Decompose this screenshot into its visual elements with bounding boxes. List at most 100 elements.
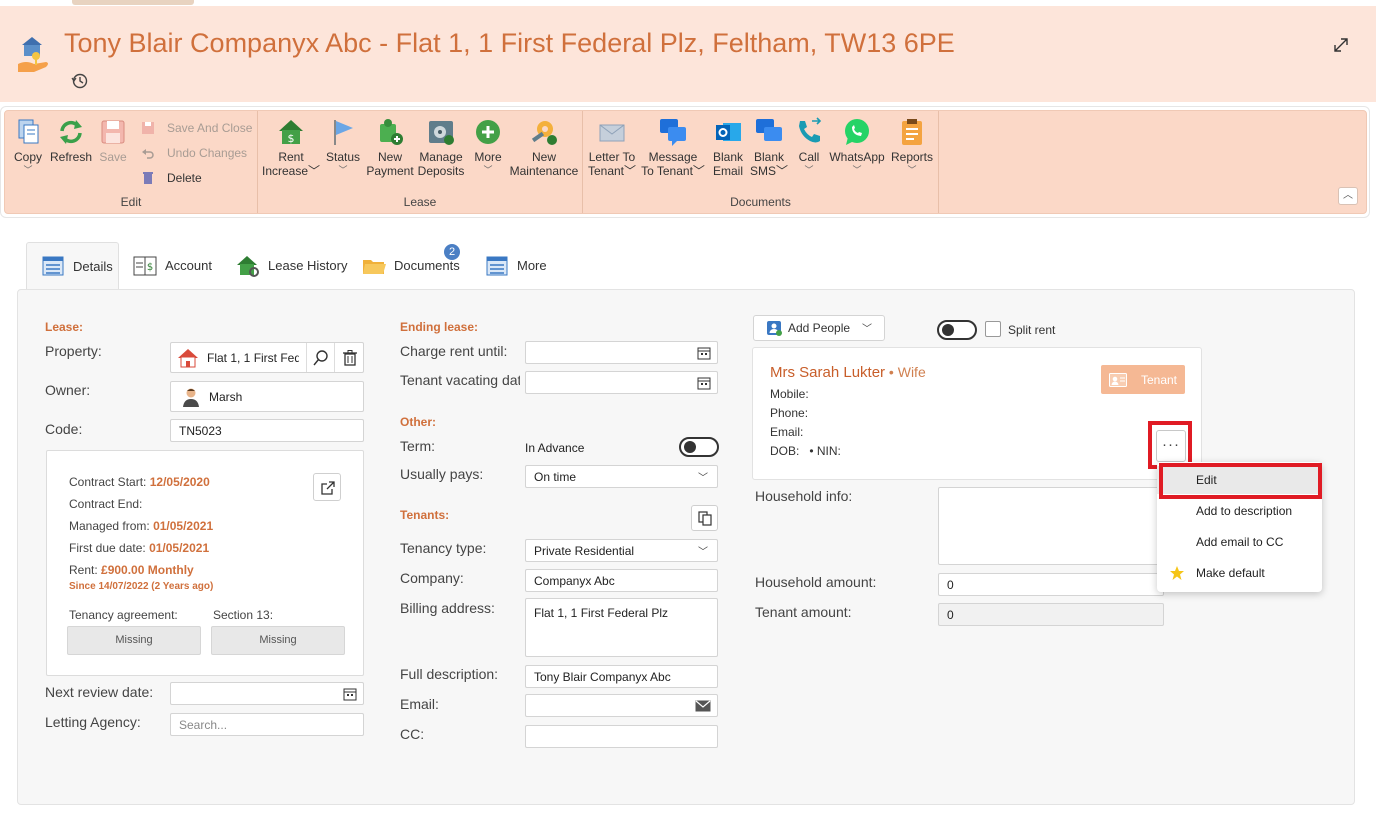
delete-button[interactable]: Delete (141, 169, 202, 187)
open-external-button[interactable] (313, 473, 341, 501)
copy-tenants-button[interactable] (691, 505, 718, 531)
contract-start-label: Contract Start: (69, 475, 147, 489)
person-name: Mrs Sarah Lukter (770, 364, 886, 381)
charge-rent-date-field[interactable] (525, 341, 718, 364)
whatsapp-button[interactable]: WhatsApp ﹀ (829, 117, 885, 175)
expand-icon[interactable] (1332, 36, 1350, 54)
cc-label: CC: (400, 726, 425, 742)
next-review-field[interactable] (170, 682, 364, 705)
undo-changes-button[interactable]: Undo Changes (141, 144, 247, 162)
household-amount-input[interactable]: 0 (938, 573, 1164, 596)
managed-from-label: Managed from: (69, 519, 150, 533)
billing-address-textarea[interactable]: Flat 1, 1 First Federal Plz (525, 598, 718, 657)
tenant-amount-label: Tenant amount: (755, 604, 852, 620)
property-search-button[interactable] (306, 343, 334, 372)
tenant-badge[interactable]: Tenant (1101, 365, 1185, 394)
history-icon[interactable] (71, 72, 89, 90)
tab-lease-history[interactable]: Lease History (236, 242, 347, 289)
tab-account[interactable]: $ Account (133, 242, 212, 289)
menu-item-add-to-description[interactable]: Add to description (1157, 497, 1322, 525)
svg-text:$: $ (288, 132, 295, 145)
app-window: Tony Blair Companyx Abc - Flat 1, 1 Firs… (0, 0, 1380, 814)
calendar-icon (697, 347, 711, 359)
split-rent-checkbox[interactable] (985, 321, 1001, 337)
letting-agency-search-input[interactable]: Search... (170, 713, 364, 736)
menu-item-make-default[interactable]: Make default (1157, 559, 1322, 587)
rent-increase-label-1: Rent (278, 150, 304, 164)
blank-sms-button[interactable]: Blank SMS﹀ (749, 117, 789, 178)
message-label-2: To Tenant (641, 164, 693, 178)
email-input[interactable] (525, 694, 718, 717)
chevron-down-icon: ﹀ (23, 165, 33, 175)
rent-increase-button[interactable]: $ Rent Increase﹀ (262, 117, 320, 178)
manage-deposits-button[interactable]: Manage Deposits (416, 117, 466, 178)
add-people-button[interactable]: Add People ﹀ (753, 315, 885, 341)
tab-more[interactable]: More (485, 242, 547, 289)
letting-agency-placeholder: Search... (179, 717, 228, 732)
person-phone: Phone: (770, 406, 809, 420)
household-info-textarea[interactable] (938, 487, 1164, 565)
status-button[interactable]: Status ﹀ (324, 117, 362, 175)
save-button[interactable]: Save (97, 117, 129, 164)
company-input[interactable]: Companyx Abc (525, 569, 718, 592)
new-maintenance-label-1: New (531, 150, 556, 164)
tenant-vacating-label: Tenant vacating dat (400, 372, 520, 388)
letter-label-2: Tenant (587, 164, 624, 178)
letter-to-tenant-button[interactable]: Letter To Tenant﹀ (587, 117, 637, 178)
person-icon (183, 388, 199, 407)
property-clear-button[interactable] (334, 343, 364, 372)
usually-pays-value: On time (534, 469, 577, 484)
tenancy-type-select[interactable]: Private Residential ﹀ (525, 539, 718, 562)
ending-lease-heading: Ending lease: (400, 320, 479, 334)
window-tab[interactable] (72, 0, 194, 5)
contract-start-row: Contract Start: 12/05/2020 (69, 475, 210, 489)
safe-icon (429, 121, 454, 145)
code-field[interactable]: TN5023 (170, 419, 364, 442)
cc-input[interactable] (525, 725, 718, 748)
tenant-vacating-date-field[interactable] (525, 371, 718, 394)
new-maintenance-button[interactable]: New Maintenance (508, 117, 580, 178)
manage-deposits-label-2: Deposits (417, 164, 465, 178)
tenant-amount-input[interactable]: 0 (938, 603, 1164, 626)
blank-email-button[interactable]: Blank Email (711, 117, 745, 178)
more-lease-button[interactable]: More ﹀ (470, 117, 506, 175)
outlook-icon (716, 123, 741, 141)
term-toggle[interactable] (679, 437, 719, 457)
usually-pays-label: Usually pays: (400, 466, 484, 482)
call-button[interactable]: Call ﹀ (793, 117, 825, 175)
split-rent-toggle[interactable] (937, 320, 977, 340)
tab-details[interactable]: Details (26, 242, 119, 289)
tenancy-agreement-status-button[interactable]: Missing (67, 626, 201, 655)
message-to-tenant-button[interactable]: Message To Tenant﹀ (641, 117, 705, 178)
property-value: Flat 1, 1 First Fede (207, 350, 299, 365)
chevron-down-icon: ﹀ (692, 164, 705, 178)
undo-icon (142, 149, 154, 159)
folder-icon (363, 259, 386, 274)
ribbon-toolbar: Copy ﹀ Refresh Save Save And Close Undo … (4, 110, 1367, 214)
reports-button[interactable]: Reports ﹀ (889, 117, 935, 175)
new-maintenance-label-2: Maintenance (509, 164, 579, 178)
add-people-label: Add People (788, 321, 851, 335)
new-payment-button[interactable]: New Payment (366, 117, 414, 178)
save-and-close-button[interactable]: Save And Close (141, 119, 252, 137)
charge-rent-label: Charge rent until: (400, 343, 508, 359)
owner-field[interactable]: Marsh (170, 381, 364, 412)
section13-status-button[interactable]: Missing (211, 626, 345, 655)
undo-changes-label: Undo Changes (167, 146, 248, 160)
refresh-label: Refresh (49, 150, 93, 164)
usually-pays-select[interactable]: On time ﹀ (525, 465, 718, 488)
full-description-input[interactable]: Tony Blair Companyx Abc (525, 665, 718, 688)
search-icon (313, 350, 328, 366)
collapse-ribbon-button[interactable]: ︿ (1338, 187, 1358, 205)
house-search-icon (237, 255, 259, 277)
refresh-button[interactable]: Refresh (49, 117, 93, 164)
menu-item-add-email-to-cc[interactable]: Add email to CC (1157, 528, 1322, 556)
chevron-down-icon: ﹀ (308, 164, 321, 178)
copy-button[interactable]: Copy ﹀ (11, 117, 45, 175)
property-label: Property: (45, 343, 102, 359)
chevron-down-icon: ﹀ (698, 473, 708, 484)
person-dob-nin: DOB: • NIN: (770, 444, 841, 458)
lease-heading: Lease: (45, 320, 84, 334)
person-card: Mrs Sarah Lukter • Wife Mobile: Phone: E… (752, 347, 1202, 480)
list-icon (486, 256, 508, 275)
